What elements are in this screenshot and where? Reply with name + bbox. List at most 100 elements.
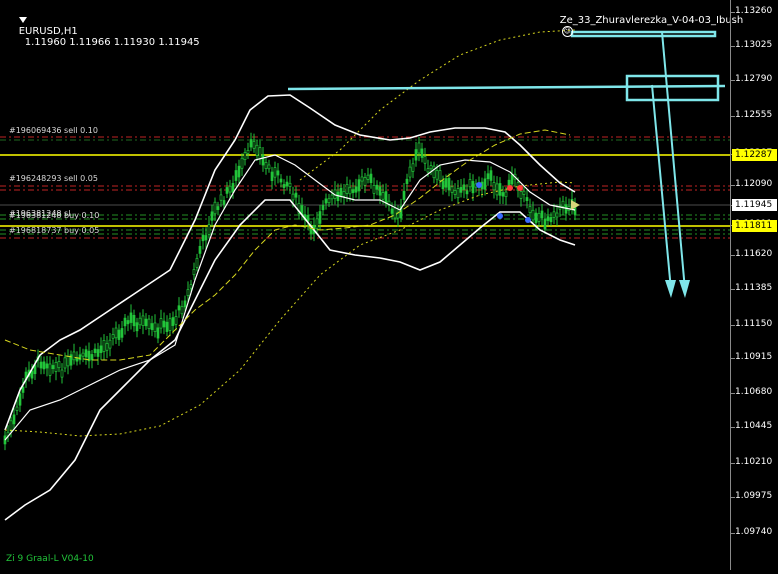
candle-body (489, 170, 493, 181)
chart-header: EURUSD,H1 1.11960 1.11966 1.11930 1.1194… (6, 4, 200, 59)
level-price-tag: 1.11811 (732, 220, 777, 232)
candle-body (183, 300, 187, 308)
candle-body (315, 218, 319, 229)
candle-body (360, 176, 364, 182)
price-label: 1.10915 (735, 352, 773, 362)
price-label: 1.12555 (735, 110, 773, 120)
candle-body (345, 184, 349, 194)
expert-advisor[interactable]: Ze_33_Zhuravlerezka_V-04-03_Ibush ☺ (547, 4, 743, 49)
candle-body (222, 200, 226, 205)
candle-body (447, 177, 451, 191)
candle-body (540, 210, 544, 219)
candle-body (9, 420, 13, 432)
price-axis[interactable]: 1.13260 1.13025 1.12790 1.12555 1.12287 1.120… (730, 0, 778, 570)
candle-body (132, 314, 136, 327)
candle-body (348, 186, 352, 195)
candle-body (342, 191, 346, 197)
candle-body (228, 185, 232, 193)
candle-body (462, 184, 466, 190)
candle-body (522, 190, 526, 195)
price-label: 1.09740 (735, 527, 773, 537)
candle-body (189, 284, 193, 289)
price-chart[interactable] (0, 0, 730, 570)
arrow-head (665, 280, 676, 298)
candle-body (279, 178, 283, 183)
price-label: 1.10210 (735, 457, 773, 467)
order-label[interactable]: #196818737 buy 0.05 (9, 226, 99, 235)
order-label[interactable]: #196248293 sell 0.05 (9, 174, 98, 183)
candle-body (432, 165, 436, 179)
candle-body (519, 191, 523, 199)
arrow-line (651, 84, 672, 291)
bb-lower (4, 199, 576, 521)
triangle-icon (18, 17, 27, 23)
candle-body (201, 234, 205, 242)
candle-body (114, 327, 118, 339)
price-label: 1.11620 (735, 249, 773, 259)
candle-body (504, 191, 508, 198)
candle-body (186, 289, 190, 296)
trade-marker (497, 213, 503, 219)
candle-body (93, 348, 97, 353)
candle-body (48, 363, 52, 376)
candle-body (39, 361, 43, 369)
candle-body (60, 369, 64, 378)
candle-body (171, 317, 175, 326)
candle-body (456, 188, 460, 199)
candle-body (78, 354, 82, 361)
candle-body (438, 170, 442, 181)
candle-body (552, 211, 556, 218)
candle-body (42, 361, 46, 370)
candle-body (546, 216, 550, 221)
arrow-head (679, 280, 690, 298)
candle-body (126, 320, 130, 325)
candle-body (135, 322, 139, 332)
price-label: 1.09975 (735, 491, 773, 501)
candle-body (255, 144, 259, 156)
candle-body (372, 185, 376, 194)
candle-body (444, 178, 448, 188)
candle-body (144, 318, 148, 327)
level-price-tag: 1.12287 (732, 149, 777, 161)
candle-body (357, 179, 361, 192)
candle-body (21, 386, 25, 393)
candle-body (483, 178, 487, 190)
trade-marker (525, 217, 531, 223)
candle-body (321, 205, 325, 211)
candle-body (168, 318, 172, 331)
candle-body (276, 170, 280, 176)
candle-body (213, 201, 217, 215)
expert-name: Ze_33_Zhuravlerezka_V-04-03_Ibush (559, 15, 744, 26)
ohlc-values: 1.11960 1.11966 1.11930 1.11945 (24, 37, 200, 48)
candle-body (267, 164, 271, 170)
candle-body (384, 191, 388, 204)
candle-body (81, 352, 85, 357)
candle-body (216, 206, 220, 210)
price-label: 1.13260 (735, 6, 773, 16)
candle-body (195, 258, 199, 268)
candle-body (534, 212, 538, 224)
candle-body (429, 165, 433, 170)
chart-area[interactable]: EURUSD,H1 1.11960 1.11966 1.11930 1.1194… (0, 0, 743, 570)
candle-body (15, 406, 19, 411)
candle-body (207, 224, 211, 235)
candle-body (258, 147, 262, 160)
candle-body (63, 357, 67, 369)
order-label[interactable]: #196381248 buy 0.10 (9, 211, 99, 220)
candle-body (381, 192, 385, 200)
candle-body (99, 345, 103, 354)
smiley-icon: ☺ (561, 26, 573, 37)
order-label[interactable]: #196069436 sell 0.10 (9, 126, 98, 135)
price-label: 1.10680 (735, 387, 773, 397)
candle-body (219, 194, 223, 201)
candle-body (420, 148, 424, 158)
candle-body (120, 328, 124, 338)
candle-body (495, 183, 499, 196)
price-label: 1.11385 (735, 283, 773, 293)
candle-body (465, 190, 469, 195)
candle-body (423, 156, 427, 164)
candle-body (12, 414, 16, 425)
target-box (625, 74, 720, 102)
candle-body (138, 317, 142, 326)
candle-body (555, 212, 559, 218)
